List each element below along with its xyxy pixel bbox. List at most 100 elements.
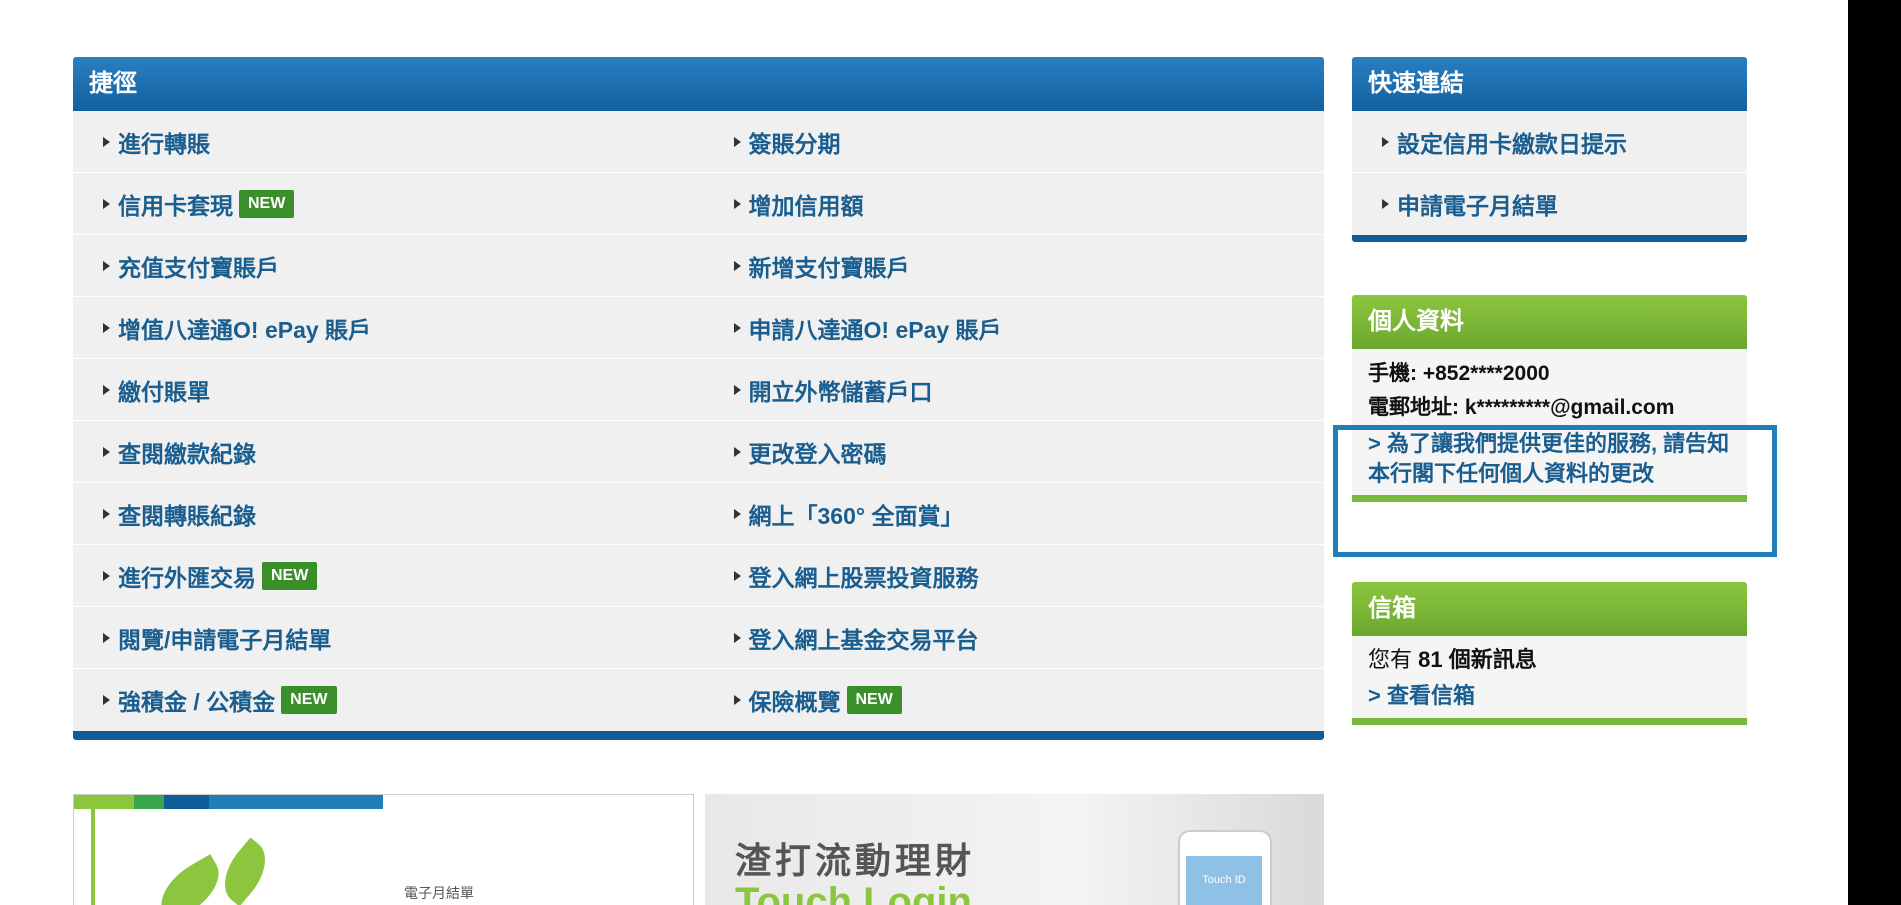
estatement-label: 電子月結單 <box>404 885 474 901</box>
shortcut-row: 進行轉賬 簽賬分期 <box>73 111 1324 173</box>
shortcut-label: 查閱轉賬紀錄 <box>118 502 256 529</box>
leaf-icon <box>149 854 231 905</box>
shortcut-link[interactable]: 查閱繳款紀錄 <box>73 421 699 482</box>
shortcut-row: 增值八達通O! ePay 賬戶 申請八達通O! ePay 賬戶 <box>73 297 1324 359</box>
shortcut-link[interactable]: 充值支付寶賬戶 <box>73 235 699 296</box>
shortcut-link[interactable]: 進行轉賬 <box>73 111 699 172</box>
inbox-message: 您有 81 個新訊息 <box>1368 642 1731 678</box>
shortcut-label: 開立外幣儲蓄戶口 <box>748 378 933 405</box>
phone-icon: Touch ID <box>1178 830 1272 905</box>
inbox-suffix: 個新訊息 <box>1448 647 1537 672</box>
shortcut-link[interactable]: 新增支付寶賬戶 <box>699 235 1325 296</box>
shortcut-link[interactable]: 簽賬分期 <box>699 111 1325 172</box>
arrow-right-icon <box>733 632 741 643</box>
shortcut-link[interactable]: 進行外匯交易 NEW <box>73 545 699 606</box>
arrow-right-icon <box>733 198 741 209</box>
shortcut-label: 登入網上股票投資服務 <box>748 564 979 591</box>
shortcut-row: 閱覽/申請電子月結單 登入網上基金交易平台 <box>73 607 1324 669</box>
quick-link-label: 申請電子月結單 <box>1397 193 1558 219</box>
shortcut-link[interactable]: 信用卡套現 NEW <box>73 173 699 234</box>
mobile-label: 手機: <box>1368 362 1417 385</box>
new-badge: NEW <box>846 686 902 714</box>
shortcut-row: 進行外匯交易 NEW 登入網上股票投資服務 <box>73 545 1324 607</box>
arrow-right-icon <box>733 570 741 581</box>
shortcut-label: 增加信用額 <box>748 192 864 219</box>
arrow-right-icon <box>733 446 741 457</box>
quick-link[interactable]: 設定信用卡繳款日提示 <box>1352 111 1747 173</box>
shortcut-row: 強積金 / 公積金 NEW 保險概覽 NEW <box>73 669 1324 731</box>
arrow-right-icon <box>733 384 741 395</box>
shortcut-label: 進行轉賬 <box>118 130 210 157</box>
shortcut-link[interactable]: 網上「360° 全面賞」 <box>699 483 1325 544</box>
new-badge: NEW <box>281 686 337 714</box>
shortcut-label: 信用卡套現 <box>118 192 233 219</box>
shortcut-label: 網上「360° 全面賞」 <box>748 502 964 529</box>
arrow-right-icon <box>733 322 741 333</box>
shortcut-label: 更改登入密碼 <box>748 440 887 467</box>
shortcut-link[interactable]: 更改登入密碼 <box>699 421 1325 482</box>
new-badge: NEW <box>262 561 318 590</box>
profile-title: 個人資料 <box>1352 295 1747 349</box>
mobile-banking-banner[interactable]: 渣打流動理財 Touch Login Touch ID <box>705 794 1324 905</box>
shortcut-link[interactable]: 登入網上基金交易平台 <box>699 607 1325 668</box>
arrow-right-icon <box>103 260 110 271</box>
shortcut-label: 新增支付寶賬戶 <box>748 254 910 281</box>
shortcuts-panel: 捷徑 進行轉賬 簽賬分期 信用卡套現 NEW 增加信用額 充值支付寶賬戶 新增支付寶賬戶 增值… <box>73 57 1324 740</box>
mobile-value: +852****2000 <box>1422 362 1550 385</box>
arrow-right-icon <box>103 570 110 581</box>
shortcut-link[interactable]: 增加信用額 <box>699 173 1325 234</box>
shortcut-link[interactable]: 開立外幣儲蓄戶口 <box>699 359 1325 420</box>
arrow-right-icon <box>103 322 110 333</box>
shortcut-label: 繳付賬單 <box>118 378 210 405</box>
shortcut-link[interactable]: 繳付賬單 <box>73 359 699 420</box>
arrow-right-icon <box>103 508 110 519</box>
shortcut-row: 查閱繳款紀錄 更改登入密碼 <box>73 421 1324 483</box>
estatement-banner[interactable]: 電子月結單 <box>73 794 694 905</box>
shortcuts-grid: 進行轉賬 簽賬分期 信用卡套現 NEW 增加信用額 充值支付寶賬戶 新增支付寶賬戶 增值八達通… <box>73 111 1324 740</box>
quick-link[interactable]: 申請電子月結單 <box>1352 173 1747 235</box>
shortcut-row: 信用卡套現 NEW 增加信用額 <box>73 173 1324 235</box>
shortcut-link[interactable]: 增值八達通O! ePay 賬戶 <box>73 297 699 358</box>
mobile-banner-subtitle: Touch Login <box>735 880 972 905</box>
shortcut-row: 充值支付寶賬戶 新增支付寶賬戶 <box>73 235 1324 297</box>
arrow-right-icon <box>103 198 110 209</box>
inbox-title: 信箱 <box>1352 582 1747 636</box>
arrow-right-icon <box>103 632 110 643</box>
page: 捷徑 進行轉賬 簽賬分期 信用卡套現 NEW 增加信用額 充值支付寶賬戶 新增支付寶賬戶 增值… <box>0 0 1848 905</box>
inbox-prefix: 您有 <box>1368 647 1413 672</box>
arrow-right-icon <box>103 695 110 705</box>
shortcut-link[interactable]: 查閱轉賬紀錄 <box>73 483 699 544</box>
arrow-right-icon <box>103 446 110 457</box>
shortcut-link[interactable]: 強積金 / 公積金 NEW <box>73 669 699 731</box>
arrow-right-icon <box>733 260 741 271</box>
arrow-right-icon <box>733 695 741 705</box>
leaf-icon <box>211 837 279 905</box>
view-inbox-link[interactable]: > 查看信箱 <box>1368 678 1731 714</box>
mobile-line: 手機: +852****2000 <box>1368 357 1731 391</box>
banner-image <box>91 809 387 905</box>
inbox-panel: 信箱 您有 81 個新訊息 > 查看信箱 <box>1352 582 1747 725</box>
shortcut-link[interactable]: 申請八達通O! ePay 賬戶 <box>699 297 1325 358</box>
shortcut-row: 繳付賬單 開立外幣儲蓄戶口 <box>73 359 1324 421</box>
new-badge: NEW <box>239 189 295 218</box>
shortcut-label: 簽賬分期 <box>748 130 841 157</box>
shortcuts-title: 捷徑 <box>73 57 1324 111</box>
shortcut-link[interactable]: 閱覽/申請電子月結單 <box>73 607 699 668</box>
arrow-right-icon <box>733 136 741 147</box>
shortcut-label: 增值八達通O! ePay 賬戶 <box>118 316 372 343</box>
shortcut-label: 查閱繳款紀錄 <box>118 440 256 467</box>
shortcut-label: 保險概覽 <box>748 689 841 715</box>
quick-links-panel: 快速連結 設定信用卡繳款日提示申請電子月結單 <box>1352 57 1747 242</box>
inbox-count: 81 <box>1418 647 1443 672</box>
email-label: 電郵地址: <box>1368 396 1459 419</box>
mobile-banner-title: 渣打流動理財 <box>735 841 976 882</box>
quick-links-title: 快速連結 <box>1352 57 1747 111</box>
inbox-body: 您有 81 個新訊息 > 查看信箱 <box>1352 636 1747 725</box>
shortcut-label: 充值支付寶賬戶 <box>118 254 279 281</box>
shortcut-link[interactable]: 保險概覽 NEW <box>699 669 1325 731</box>
arrow-right-icon <box>733 508 741 519</box>
shortcut-label: 登入網上基金交易平台 <box>748 626 979 653</box>
arrow-right-icon <box>1382 136 1389 147</box>
shortcut-label: 申請八達通O! ePay 賬戶 <box>748 316 1002 343</box>
shortcut-link[interactable]: 登入網上股票投資服務 <box>699 545 1325 606</box>
